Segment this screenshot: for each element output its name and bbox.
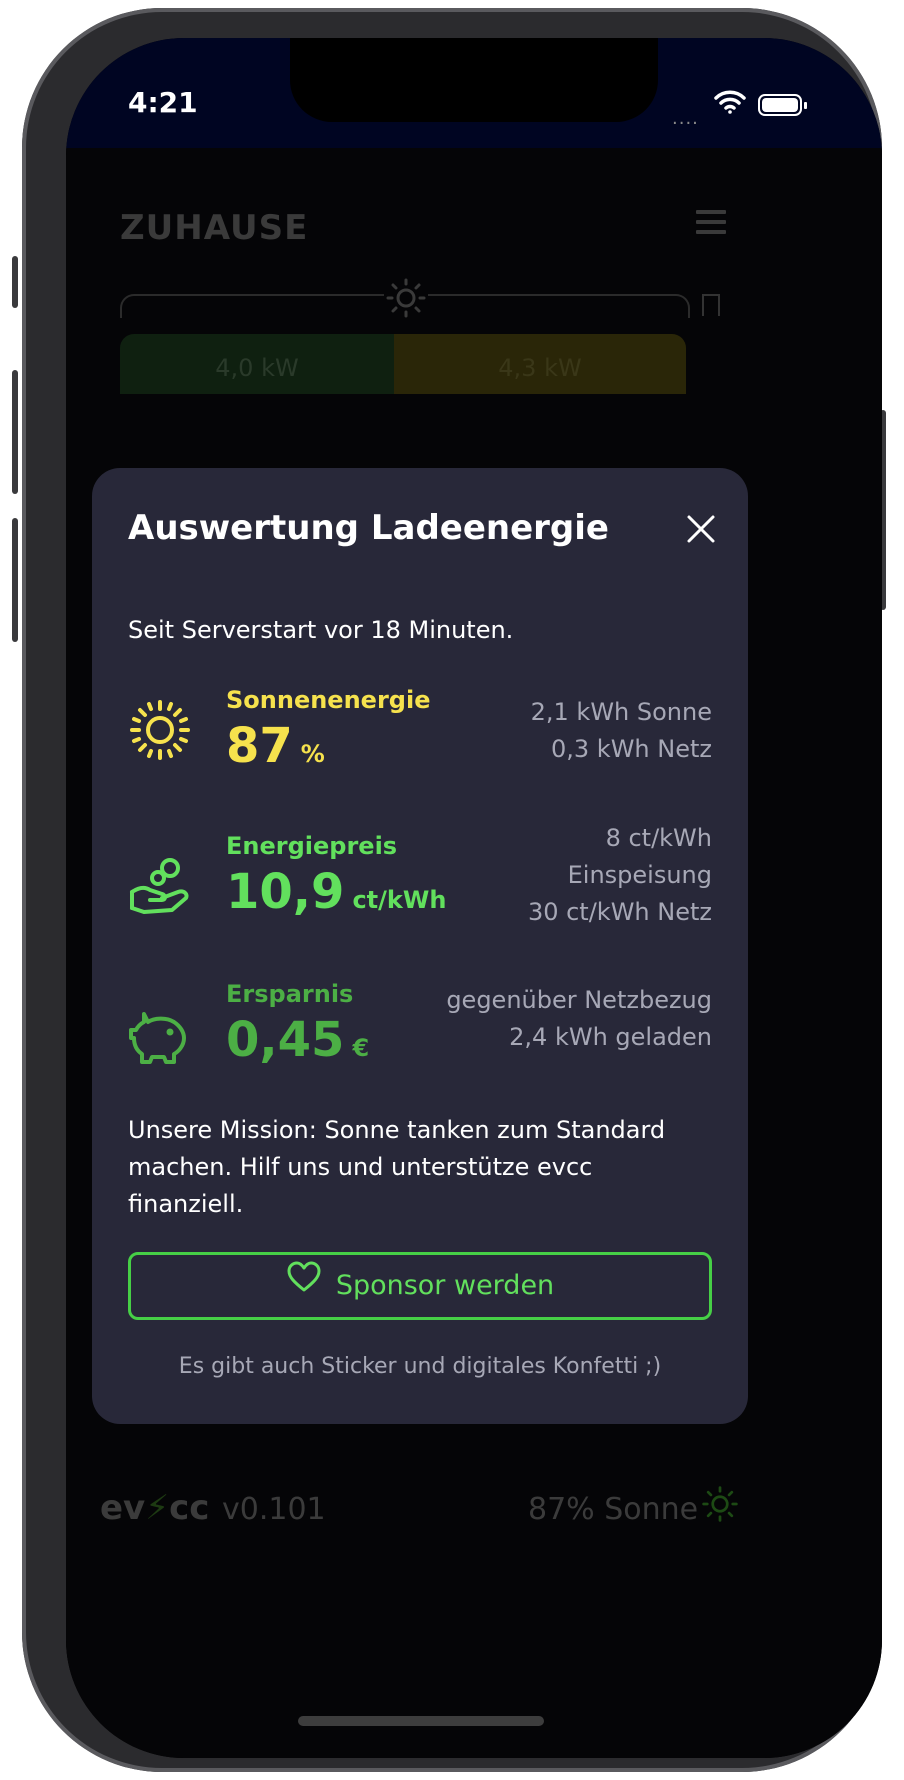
mission-text: Unsere Mission: Sonne tanken zum Standar… — [128, 1116, 666, 1218]
stat-details: 8 ct/kWh Einspeisung 30 ct/kWh Netz — [527, 824, 712, 926]
power-bar: 4,0 kW 4,3 kW — [120, 334, 686, 394]
volume-up-button — [12, 370, 18, 494]
modal-title: Auswertung Ladeenergie — [128, 508, 609, 548]
evcc-logo[interactable]: ev⚡cc — [100, 1488, 209, 1528]
charging-stats-modal: Auswertung Ladeenergie Seit Serverstart … — [92, 468, 748, 1424]
sticker-note: Es gibt auch Sticker und digitales Konfe… — [178, 1354, 662, 1379]
hand-coins-icon — [128, 854, 192, 922]
sun-icon[interactable] — [700, 1484, 740, 1528]
mute-switch — [12, 256, 18, 308]
page-title: ZUHAUSE — [120, 208, 309, 248]
background-app: ZUHAUSE 4,0 kW 4,3 kW ev⚡cc v0.101 87% S… — [66, 148, 882, 1758]
stat-label: Energiepreis — [226, 832, 398, 860]
battery-icon — [758, 94, 807, 116]
stat-value: 87% — [226, 718, 325, 774]
stat-label: Sonnenenergie — [226, 686, 431, 714]
sponsor-button-label: Sponsor werden — [335, 1270, 555, 1301]
stat-solar: Sonnenenergie 87% 2,1 kWh Sonne 0,3 kWh … — [128, 686, 712, 776]
volume-down-button — [12, 518, 18, 642]
since-text: Seit Serverstart vor 18 Minuten. — [128, 616, 514, 644]
notch — [290, 38, 658, 122]
stat-details: 2,1 kWh Sonne 0,3 kWh Netz — [530, 698, 712, 763]
sun-icon — [128, 698, 192, 766]
status-bar: 4:21 .... — [66, 38, 882, 148]
stat-details: gegenüber Netzbezug 2,4 kWh geladen — [446, 986, 712, 1051]
sponsor-button[interactable]: Sponsor werden — [128, 1252, 712, 1320]
consumption-bracket — [702, 294, 720, 316]
piggy-bank-icon — [128, 1002, 192, 1070]
stat-price: Energiepreis 10,9 ct/kWh 8 ct/kWh Einspei… — [128, 824, 712, 952]
power-bar-segment: 4,3 kW — [394, 334, 686, 394]
stat-savings: Ersparnis 0,45 € gegenüber Netzbezug 2,4 … — [128, 980, 712, 1080]
screen: ZUHAUSE 4,0 kW 4,3 kW ev⚡cc v0.101 87% S… — [66, 38, 882, 1758]
home-indicator[interactable] — [298, 1716, 544, 1726]
stat-value: 10,9 ct/kWh — [226, 864, 447, 920]
stat-label: Ersparnis — [226, 980, 354, 1008]
close-icon[interactable] — [686, 514, 716, 544]
heart-icon — [286, 1254, 322, 1316]
phone-frame: ZUHAUSE 4,0 kW 4,3 kW ev⚡cc v0.101 87% S… — [12, 8, 886, 1772]
solar-summary[interactable]: 87% Sonne — [528, 1492, 698, 1527]
power-bar-segment: 4,0 kW — [120, 334, 394, 394]
status-time: 4:21 — [128, 86, 198, 119]
wifi-icon — [714, 90, 746, 118]
stat-value: 0,45 € — [226, 1012, 370, 1068]
signal-icon: .... — [672, 108, 699, 129]
version-label[interactable]: v0.101 — [222, 1492, 326, 1527]
sun-icon — [384, 276, 428, 320]
hamburger-menu-icon[interactable] — [696, 210, 726, 240]
